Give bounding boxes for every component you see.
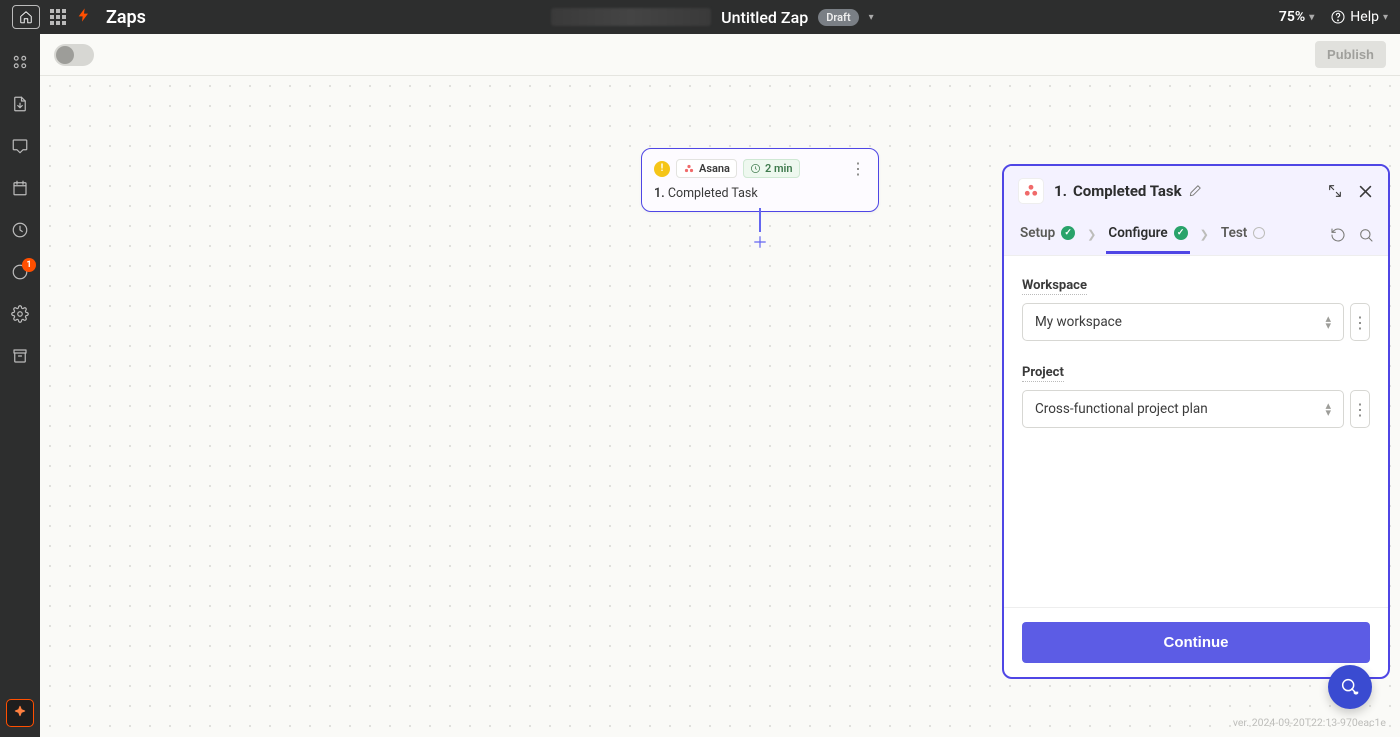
updown-icon: ▴▾: [1325, 315, 1331, 329]
field-workspace: Workspace My workspace ▴▾ ⋮: [1022, 274, 1370, 341]
app-chip-asana: Asana: [676, 159, 737, 178]
header-left: Zaps: [12, 5, 146, 29]
node-step-number: 1.: [654, 186, 665, 201]
help-button[interactable]: Help ▾: [1330, 9, 1388, 25]
sidebar-item-overview[interactable]: [10, 52, 30, 72]
zoom-control[interactable]: 75% ▾: [1279, 9, 1314, 25]
expand-icon[interactable]: [1327, 183, 1343, 199]
zoom-value: 75%: [1279, 9, 1305, 25]
panel-header-actions: [1327, 183, 1374, 200]
project-label: Project: [1022, 365, 1064, 382]
empty-status-icon: [1253, 227, 1265, 239]
tab-test-label: Test: [1221, 225, 1247, 241]
tab-test[interactable]: Test: [1219, 215, 1267, 254]
project-more-button[interactable]: ⋮: [1350, 390, 1370, 428]
sidebar-item-settings[interactable]: [10, 304, 30, 324]
panel-tabs: Setup ✓ ❯ Configure ✓ ❯ Test: [1004, 214, 1388, 256]
asana-icon: [1022, 182, 1040, 200]
step-node-1[interactable]: ! Asana 2 min ⋮ 1. Completed Task: [641, 148, 879, 212]
tab-configure-label: Configure: [1108, 225, 1167, 241]
panel-tab-actions: [1330, 227, 1374, 243]
bolt-icon: [76, 7, 92, 27]
left-sidebar: 1: [0, 34, 40, 737]
clock-icon: [750, 163, 761, 174]
toggle-knob: [56, 46, 74, 64]
check-icon: ✓: [1174, 226, 1188, 240]
enable-toggle[interactable]: [54, 44, 94, 66]
alert-badge: 1: [22, 258, 36, 272]
warning-icon: !: [654, 161, 670, 177]
chevron-down-icon[interactable]: ▾: [869, 12, 874, 23]
edit-icon[interactable]: [1188, 184, 1202, 198]
chevron-right-icon: ❯: [1087, 228, 1096, 241]
chevron-down-icon: ▾: [1383, 12, 1388, 23]
tab-setup-label: Setup: [1020, 225, 1055, 241]
panel-header: 1. Completed Task: [1004, 166, 1388, 214]
version-text: ver. 2024-09-20T22:13-970eac1e: [1233, 716, 1386, 729]
header-center: Untitled Zap Draft ▾: [146, 8, 1279, 27]
node-connector: [759, 208, 761, 232]
canvas[interactable]: ! Asana 2 min ⋮ 1. Completed Task 1.: [40, 76, 1400, 737]
project-value: Cross-functional project plan: [1035, 401, 1208, 417]
header-right: 75% ▾ Help ▾: [1279, 9, 1388, 25]
config-panel: 1. Completed Task Setup ✓ ❯ Configure ✓ …: [1002, 164, 1390, 679]
close-icon[interactable]: [1357, 183, 1374, 200]
home-button[interactable]: [12, 5, 40, 29]
asana-icon: [683, 163, 695, 175]
sidebar-item-export[interactable]: [10, 94, 30, 114]
add-step-button[interactable]: [750, 232, 770, 252]
home-icon: [19, 10, 33, 24]
updown-icon: ▴▾: [1325, 402, 1331, 416]
node-top-row: ! Asana 2 min ⋮: [654, 159, 866, 178]
panel-title: 1. Completed Task: [1054, 182, 1202, 200]
field-project: Project Cross-functional project plan ▴▾…: [1022, 361, 1370, 428]
continue-button[interactable]: Continue: [1022, 622, 1370, 663]
node-step-title: Completed Task: [668, 186, 758, 201]
project-select[interactable]: Cross-functional project plan ▴▾: [1022, 390, 1344, 428]
sidebar-item-calendar[interactable]: [10, 178, 30, 198]
panel-title-text: Completed Task: [1073, 182, 1182, 200]
sub-toolbar: Publish: [40, 34, 1400, 76]
app-header: Zaps Untitled Zap Draft ▾ 75% ▾ Help ▾: [0, 0, 1400, 34]
sidebar-item-history[interactable]: [10, 220, 30, 240]
panel-title-prefix: 1.: [1054, 182, 1067, 200]
panel-app-icon: [1018, 178, 1044, 204]
chat-ai-icon: [1339, 676, 1361, 698]
sidebar-ai-button[interactable]: [6, 699, 34, 727]
node-title: 1. Completed Task: [654, 186, 866, 201]
apps-grid-icon[interactable]: [50, 9, 66, 25]
status-badge: Draft: [818, 9, 858, 26]
sidebar-item-archive[interactable]: [10, 346, 30, 366]
tab-configure[interactable]: Configure ✓: [1106, 215, 1189, 254]
assistant-fab[interactable]: [1328, 665, 1372, 709]
time-chip: 2 min: [743, 159, 800, 178]
redacted-path: [551, 8, 711, 26]
help-label: Help: [1350, 9, 1379, 25]
header-section-title: Zaps: [106, 7, 146, 28]
panel-footer: Continue: [1004, 607, 1388, 677]
tab-setup[interactable]: Setup ✓: [1018, 215, 1077, 254]
app-chip-label: Asana: [699, 162, 730, 175]
search-icon[interactable]: [1358, 227, 1374, 243]
check-icon: ✓: [1061, 226, 1075, 240]
time-chip-label: 2 min: [765, 162, 793, 175]
undo-icon[interactable]: [1330, 227, 1346, 243]
panel-body: Workspace My workspace ▴▾ ⋮ Project Cros…: [1004, 256, 1388, 607]
chevron-right-icon: ❯: [1200, 228, 1209, 241]
workspace-more-button[interactable]: ⋮: [1350, 303, 1370, 341]
workspace-label: Workspace: [1022, 278, 1087, 295]
zap-name[interactable]: Untitled Zap: [721, 8, 808, 27]
publish-button[interactable]: Publish: [1315, 41, 1386, 68]
sidebar-item-alerts[interactable]: 1: [10, 262, 30, 282]
sidebar-item-comments[interactable]: [10, 136, 30, 156]
help-icon: [1330, 9, 1346, 25]
workspace-select[interactable]: My workspace ▴▾: [1022, 303, 1344, 341]
chevron-down-icon: ▾: [1309, 12, 1314, 23]
workspace-value: My workspace: [1035, 314, 1122, 330]
